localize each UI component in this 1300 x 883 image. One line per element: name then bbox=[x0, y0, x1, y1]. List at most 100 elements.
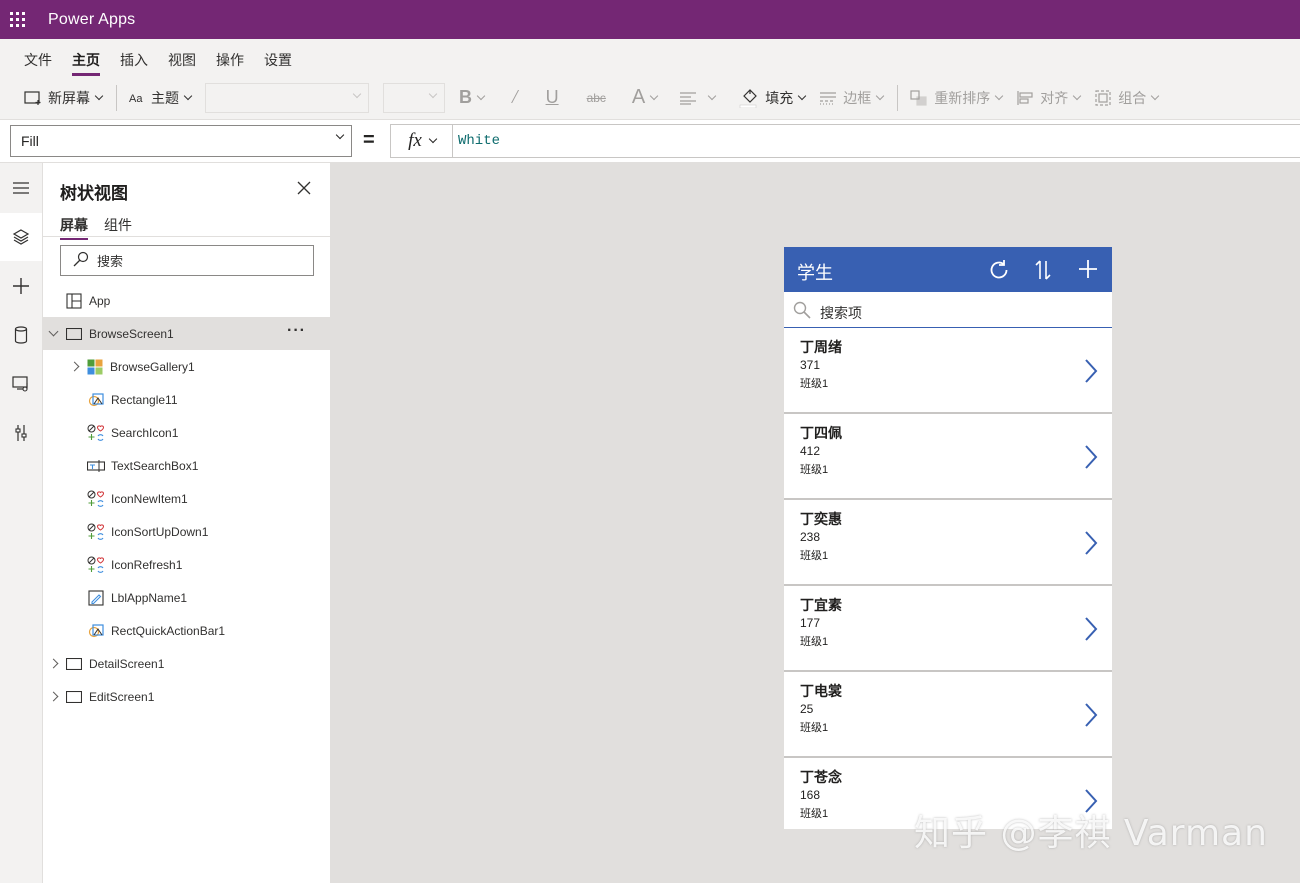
tree-item-editscreen1[interactable]: EditScreen1 bbox=[43, 680, 330, 713]
tree-item-lblappname1[interactable]: LblAppName1 bbox=[43, 581, 330, 614]
tree-item-textsearchbox1[interactable]: TextSearchBox1 bbox=[43, 449, 330, 482]
reorder-icon bbox=[910, 89, 928, 106]
menu-home[interactable]: 主页 bbox=[72, 50, 100, 76]
chevron-down-icon[interactable] bbox=[48, 326, 59, 337]
advanced-tools-icon[interactable] bbox=[0, 409, 42, 457]
menu-view[interactable]: 视图 bbox=[168, 50, 196, 76]
tree-item-rectangle11[interactable]: Rectangle11 bbox=[43, 383, 330, 416]
font-dropdown[interactable] bbox=[205, 82, 369, 113]
menu-file[interactable]: 文件 bbox=[24, 50, 52, 76]
gallery-item[interactable]: 丁电裳 25 班级1 bbox=[784, 672, 1112, 758]
tree-view-title: 树状视图 bbox=[60, 184, 128, 203]
screen-icon bbox=[65, 688, 83, 706]
app-screen-preview[interactable]: 学生 搜索项 丁周绪 371 班级1 丁四佩 412 班级1 丁奕惠 238 班… bbox=[784, 247, 1112, 829]
tree-item-detailscreen1[interactable]: DetailScreen1 bbox=[43, 647, 330, 680]
chevron-down-icon bbox=[476, 91, 486, 100]
gallery-item[interactable]: 丁周绪 371 班级1 bbox=[784, 328, 1112, 414]
menu-settings[interactable]: 设置 bbox=[264, 50, 292, 76]
ribbon-divider bbox=[116, 84, 117, 111]
tree-item-label: IconRefresh1 bbox=[111, 557, 183, 572]
media-icon[interactable] bbox=[0, 360, 42, 408]
chevron-right-icon[interactable] bbox=[1083, 444, 1099, 473]
data-cylinder-icon[interactable] bbox=[0, 311, 42, 359]
reorder-button[interactable]: 重新排序 bbox=[910, 88, 1004, 108]
app-title[interactable]: Power Apps bbox=[48, 11, 135, 29]
student-name: 丁周绪 bbox=[800, 339, 842, 355]
function-button[interactable]: fx bbox=[390, 124, 453, 158]
search-icon bbox=[793, 301, 811, 322]
gallery-item[interactable]: 丁四佩 412 班级1 bbox=[784, 414, 1112, 500]
student-number: 238 bbox=[800, 530, 821, 544]
strikethrough-icon: abc bbox=[586, 90, 606, 105]
chevron-right-icon[interactable] bbox=[48, 658, 59, 669]
gallery-icon bbox=[86, 358, 104, 376]
fill-button[interactable]: 填充 bbox=[739, 88, 807, 108]
tree-view-panel: 树状视图 屏幕 组件 搜索 App BrowseScreen1 ··· Brow… bbox=[43, 163, 331, 883]
tree-item-label: RectQuickActionBar1 bbox=[111, 623, 226, 638]
text-align-button[interactable] bbox=[679, 91, 717, 105]
chevron-down-icon bbox=[876, 91, 885, 100]
tree-search-input[interactable]: 搜索 bbox=[60, 245, 314, 276]
chevron-right-icon[interactable] bbox=[1083, 358, 1099, 387]
font-color-button[interactable]: A bbox=[631, 86, 659, 109]
chevron-right-icon[interactable] bbox=[48, 691, 59, 702]
gallery-search-box[interactable]: 搜索项 bbox=[784, 292, 1112, 328]
chevron-down-icon bbox=[94, 91, 104, 100]
gallery-search-placeholder: 搜索项 bbox=[820, 305, 862, 321]
tree-item-iconnewitem1[interactable]: IconNewItem1 bbox=[43, 482, 330, 515]
strikethrough-button[interactable]: abc bbox=[587, 91, 606, 105]
chevron-down-icon bbox=[183, 91, 193, 100]
insert-plus-icon[interactable] bbox=[0, 262, 42, 310]
bold-button[interactable]: B bbox=[459, 87, 486, 108]
font-size-dropdown[interactable] bbox=[383, 82, 445, 113]
gallery-item[interactable]: 丁奕惠 238 班级1 bbox=[784, 500, 1112, 586]
tree-view-layers-icon[interactable] bbox=[0, 213, 42, 261]
add-new-item-icon[interactable] bbox=[1077, 258, 1099, 283]
chevron-down-icon bbox=[335, 130, 345, 140]
tree-item-iconrefresh1[interactable]: IconRefresh1 bbox=[43, 548, 330, 581]
tree-item-searchicon1[interactable]: SearchIcon1 bbox=[43, 416, 330, 449]
gallery-item[interactable]: 丁宜素 177 班级1 bbox=[784, 586, 1112, 672]
refresh-icon[interactable] bbox=[987, 258, 1011, 285]
new-screen-button[interactable]: 新屏幕 bbox=[24, 88, 104, 108]
tree-item-browsegallery1[interactable]: BrowseGallery1 bbox=[43, 350, 330, 383]
formula-input[interactable]: White bbox=[452, 124, 1300, 158]
tab-screens[interactable]: 屏幕 bbox=[60, 215, 88, 240]
more-options-icon[interactable]: ··· bbox=[287, 323, 306, 339]
chevron-down-icon bbox=[352, 89, 362, 98]
chevron-right-icon[interactable] bbox=[1083, 530, 1099, 559]
shape-icon bbox=[87, 391, 105, 409]
underline-button[interactable]: U bbox=[546, 87, 559, 108]
tree-item-label: SearchIcon1 bbox=[111, 425, 179, 440]
new-screen-icon bbox=[24, 90, 42, 106]
sort-up-down-icon[interactable] bbox=[1033, 258, 1053, 285]
hamburger-menu-icon[interactable] bbox=[0, 164, 42, 212]
app-icon bbox=[65, 292, 83, 310]
chevron-right-icon[interactable] bbox=[1083, 616, 1099, 645]
bold-icon: B bbox=[459, 87, 472, 107]
tree-item-browsescreen1[interactable]: BrowseScreen1 ··· bbox=[43, 317, 330, 350]
student-name: 丁苍念 bbox=[800, 769, 842, 785]
chevron-right-icon[interactable] bbox=[69, 361, 80, 372]
menu-action[interactable]: 操作 bbox=[216, 50, 244, 76]
chevron-right-icon[interactable] bbox=[1083, 702, 1099, 731]
tree-item-label: BrowseGallery1 bbox=[110, 359, 195, 374]
theme-button[interactable]: Aa 主题 bbox=[129, 88, 193, 108]
tree-item-rectquickactionbar1[interactable]: RectQuickActionBar1 bbox=[43, 614, 330, 647]
student-name: 丁电裳 bbox=[800, 683, 842, 699]
close-icon[interactable] bbox=[297, 181, 311, 198]
app-launcher-icon[interactable] bbox=[0, 4, 34, 36]
property-dropdown[interactable]: Fill bbox=[10, 125, 352, 157]
tree-item-label: Rectangle11 bbox=[111, 392, 178, 407]
align-button[interactable]: 对齐 bbox=[1016, 88, 1082, 108]
group-button[interactable]: 组合 bbox=[1094, 88, 1160, 108]
tree-item-iconsortupdown1[interactable]: IconSortUpDown1 bbox=[43, 515, 330, 548]
italic-button[interactable]: / bbox=[512, 86, 518, 109]
font-color-icon: A bbox=[631, 86, 646, 108]
tree-item-app[interactable]: App bbox=[43, 284, 330, 317]
menu-insert[interactable]: 插入 bbox=[120, 50, 148, 76]
student-number: 177 bbox=[800, 616, 821, 630]
border-button[interactable]: 边框 bbox=[819, 88, 885, 108]
tab-components[interactable]: 组件 bbox=[104, 215, 132, 235]
formula-bar: Fill = fx White bbox=[0, 120, 1300, 163]
